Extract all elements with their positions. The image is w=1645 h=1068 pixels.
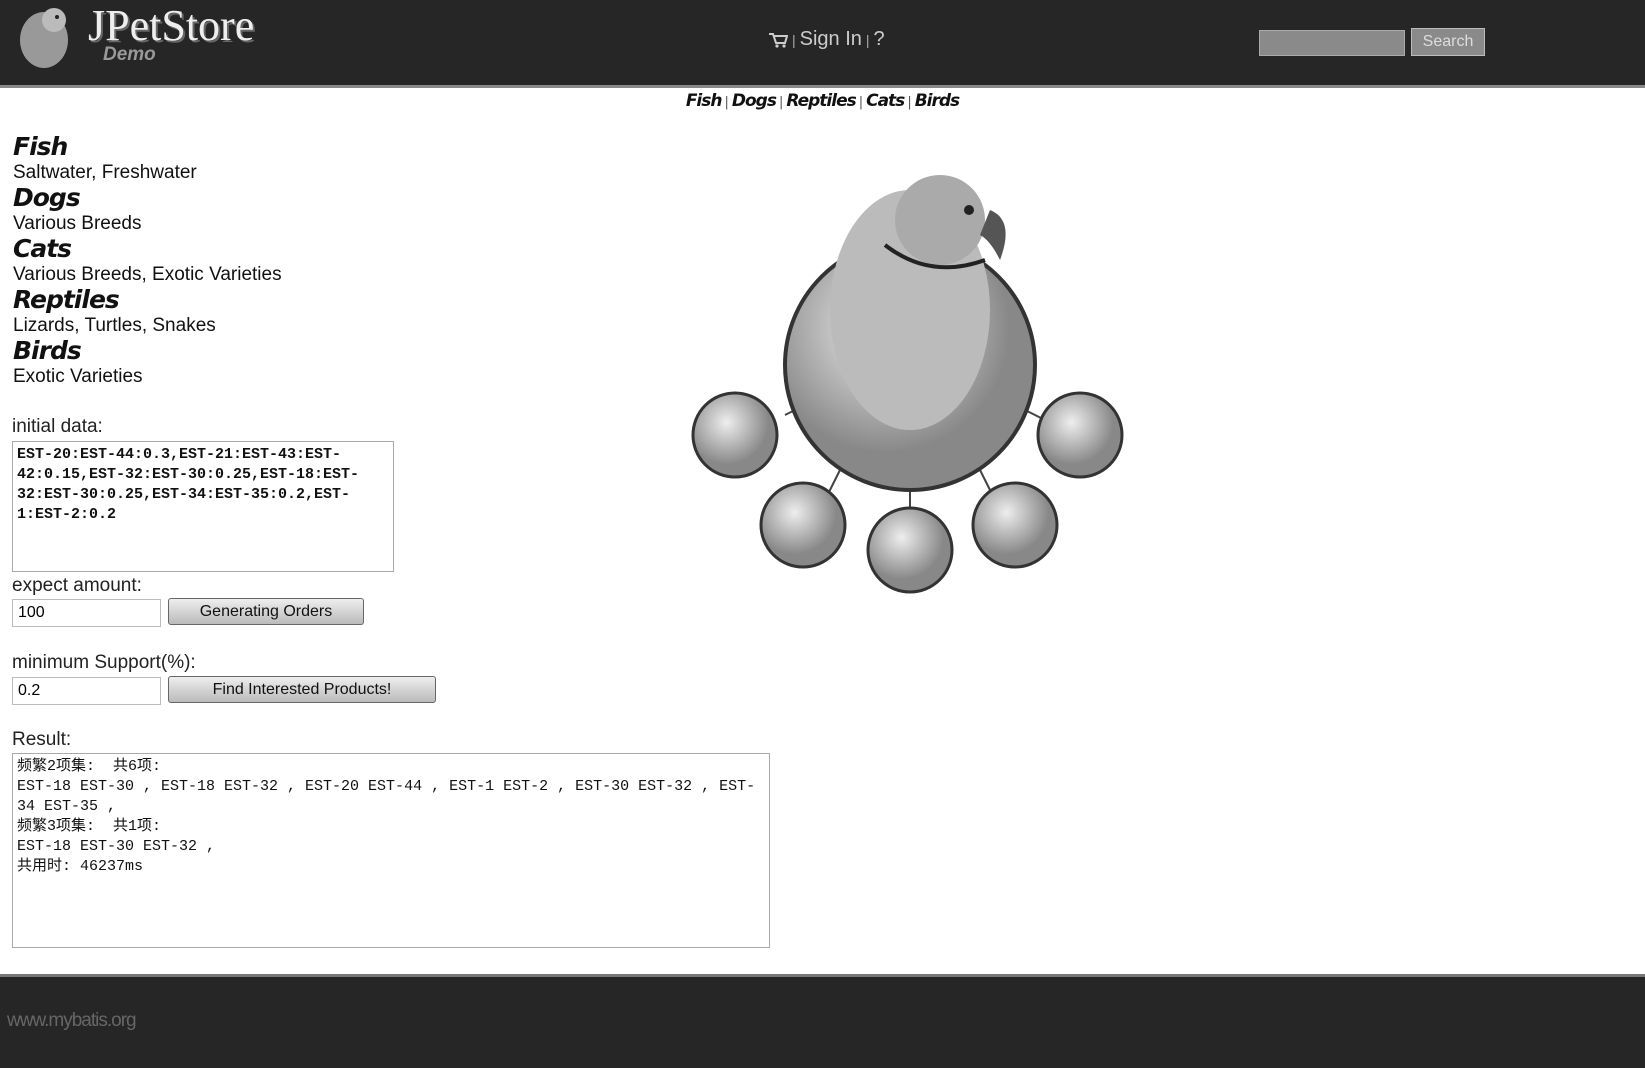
pet-category-map-image xyxy=(691,175,1124,594)
minimum-support-input[interactable] xyxy=(12,677,161,705)
sign-in-link[interactable]: Sign In xyxy=(800,28,862,51)
fish-area[interactable] xyxy=(691,391,779,479)
logo-parrot-icon xyxy=(20,8,68,68)
category-reptiles[interactable]: Reptiles xyxy=(13,287,282,313)
category-desc: Lizards, Turtles, Snakes xyxy=(13,315,216,336)
category-desc: Various Breeds, Exotic Varieties xyxy=(13,264,282,285)
nav-birds[interactable]: Birds xyxy=(915,91,960,111)
find-interested-products-button[interactable]: Find Interested Products! xyxy=(168,676,436,703)
birds-small-area[interactable] xyxy=(1036,391,1124,479)
search-button[interactable]: Search xyxy=(1411,28,1485,56)
menu-separator: | xyxy=(792,31,796,48)
category-birds[interactable]: Birds xyxy=(13,338,282,364)
menu-separator: | xyxy=(865,31,870,48)
category-cats[interactable]: Cats xyxy=(13,236,282,262)
nav-separator: | xyxy=(907,95,912,110)
reptiles-area[interactable] xyxy=(866,506,954,594)
footer-link[interactable]: www.mybatis.org xyxy=(7,1010,137,1032)
expect-amount-label: expect amount: xyxy=(12,575,142,596)
expect-amount-input[interactable] xyxy=(12,599,161,627)
logo-subtitle: Demo xyxy=(103,44,156,65)
result-label: Result: xyxy=(12,729,72,750)
nav-separator: | xyxy=(778,95,784,110)
search-input[interactable] xyxy=(1259,30,1405,56)
nav-separator: | xyxy=(858,95,864,110)
nav-fish[interactable]: Fish xyxy=(686,91,723,111)
category-list: Fish Saltwater, Freshwater Dogs Various … xyxy=(13,134,282,389)
category-dogs[interactable]: Dogs xyxy=(13,185,282,211)
nav-dogs[interactable]: Dogs xyxy=(732,91,777,111)
result-textarea[interactable]: 频繁2项集: 共6项: EST-18 EST-30 , EST-18 EST-3… xyxy=(12,753,770,948)
category-nav: Fish | Dogs | Reptiles | Cats | Birds xyxy=(0,91,1645,111)
dogs-area[interactable] xyxy=(759,481,847,569)
generating-orders-button[interactable]: Generating Orders xyxy=(168,598,364,625)
initial-data-label: initial data: xyxy=(12,416,103,437)
nav-separator: | xyxy=(724,95,729,110)
nav-reptiles[interactable]: Reptiles xyxy=(786,91,856,111)
nav-cats[interactable]: Cats xyxy=(866,91,905,111)
category-desc: Exotic Varieties xyxy=(13,366,143,387)
initial-data-textarea[interactable]: EST-20:EST-44:0.3,EST-21:EST-43:EST-42:0… xyxy=(12,441,394,572)
minimum-support-label: minimum Support(%): xyxy=(12,652,196,673)
footer xyxy=(0,974,1645,1068)
cart-icon[interactable] xyxy=(768,31,788,49)
cats-area[interactable] xyxy=(971,481,1059,569)
category-desc: Saltwater, Freshwater xyxy=(13,162,197,183)
header-menu: | Sign In | ? xyxy=(768,28,885,51)
category-fish[interactable]: Fish xyxy=(13,134,282,160)
category-desc: Various Breeds xyxy=(13,213,142,234)
help-link[interactable]: ? xyxy=(874,28,885,51)
